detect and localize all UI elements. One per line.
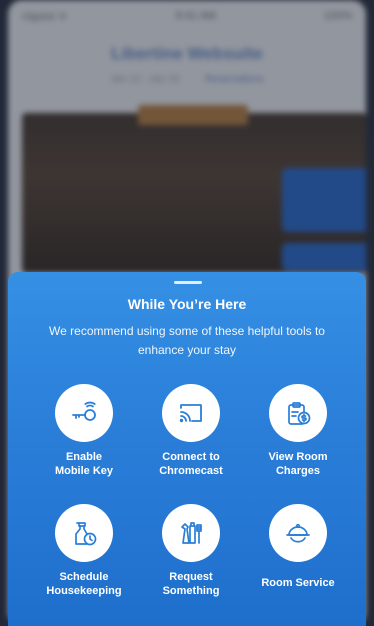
sheet-drag-handle[interactable] [174, 281, 202, 284]
room-service-icon [286, 523, 310, 543]
room-service-button[interactable]: Room Service [243, 504, 353, 590]
sheet-subtitle: We recommend using some of these helpful… [49, 324, 325, 357]
request-something-label: Request Something [162, 571, 220, 597]
sheet-title: While You’re Here [127, 296, 247, 312]
housekeeping-label: Schedule Housekeeping [46, 571, 122, 597]
view-room-charges-button[interactable]: View Room Charges [243, 384, 353, 478]
amenities-circle[interactable] [162, 504, 220, 562]
recommendations-sheet: While You’re Here We recommend using som… [8, 272, 366, 626]
room-service-label: Room Service [261, 577, 335, 589]
request-something-button[interactable]: Request Something [136, 504, 246, 598]
enable-mobile-key-button[interactable]: Enable Mobile Key [29, 384, 139, 478]
chromecast-icon [179, 404, 202, 423]
schedule-housekeeping-button[interactable]: Schedule Housekeeping [29, 504, 139, 598]
amenities-icon [181, 522, 202, 544]
room-charges-circle[interactable] [269, 384, 327, 442]
mobile-key-icon [72, 401, 96, 421]
connect-chromecast-button[interactable]: Connect to Chromecast [136, 384, 246, 478]
mobile-key-label: Enable Mobile Key [54, 451, 114, 477]
mobile-key-circle[interactable] [55, 384, 113, 442]
chromecast-circle[interactable] [162, 384, 220, 442]
room-charges-label: View Room Charges [268, 451, 328, 477]
room-service-circle[interactable] [269, 504, 327, 562]
housekeeping-icon [75, 522, 97, 546]
room-charges-icon [288, 402, 311, 425]
housekeeping-circle[interactable] [55, 504, 113, 562]
chromecast-label: Connect to Chromecast [159, 451, 223, 477]
